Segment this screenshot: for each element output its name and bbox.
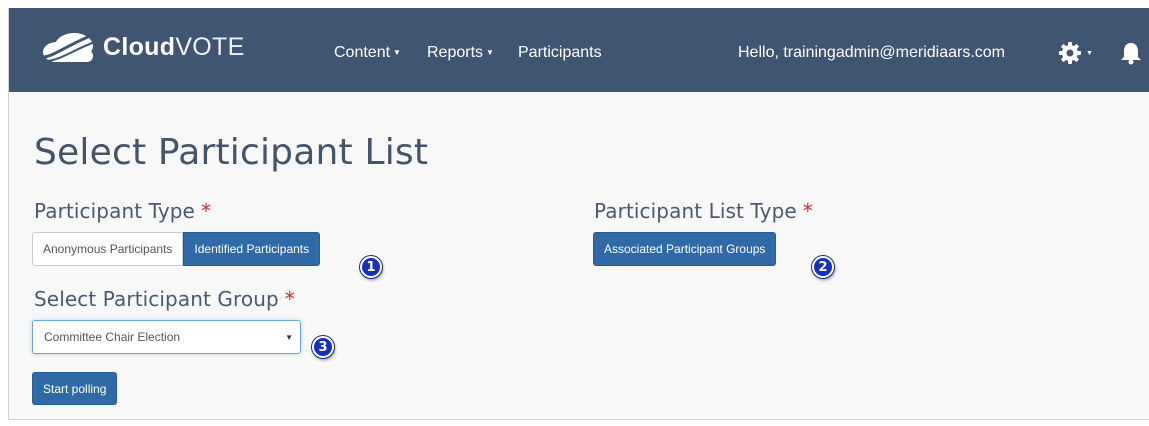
callout-badge-1: 1 (360, 256, 382, 278)
nav-participants-link[interactable]: Participants (518, 44, 602, 62)
chevron-down-icon: ▼ (1086, 49, 1093, 57)
required-marker: * (284, 287, 295, 311)
participant-type-label-text: Participant Type (34, 199, 195, 223)
user-greeting[interactable]: Hello, trainingadmin@meridiaars.com (738, 44, 1005, 62)
brand-logo[interactable]: CloudVOTE (39, 27, 245, 67)
participant-list-type-label: Participant List Type * (594, 199, 813, 223)
notifications-button[interactable] (1120, 41, 1142, 70)
cloud-logo-icon (42, 33, 96, 62)
brand-name: CloudVOTE (103, 32, 245, 61)
app-window: CloudVOTE Content ▼ Reports ▼ Participants… (8, 8, 1149, 420)
participant-group-label: Select Participant Group * (34, 287, 295, 311)
nav-content-menu[interactable]: Content ▼ (334, 44, 401, 62)
anonymous-participants-button[interactable]: Anonymous Participants (32, 232, 184, 266)
page-title: Select Participant List (34, 132, 429, 173)
top-navbar: CloudVOTE Content ▼ Reports ▼ Participants… (9, 8, 1149, 92)
participant-group-select[interactable]: Committee Chair Election ▼ (32, 320, 301, 354)
nav-participants-label: Participants (518, 44, 602, 61)
chevron-down-icon: ▼ (393, 48, 401, 57)
participant-group-label-text: Select Participant Group (34, 287, 279, 311)
settings-menu[interactable]: ▼ (1058, 41, 1093, 65)
callout-badge-2: 2 (812, 256, 834, 278)
associated-participant-groups-button[interactable]: Associated Participant Groups (593, 232, 777, 266)
chevron-down-icon: ▼ (486, 48, 494, 57)
identified-participants-button[interactable]: Identified Participants (183, 232, 321, 266)
brand-name-light: VOTE (175, 32, 245, 61)
participant-type-toggle: Anonymous Participants Identified Partic… (32, 232, 321, 266)
nav-reports-label: Reports (427, 44, 484, 61)
callout-badge-3: 3 (312, 336, 334, 358)
dropdown-arrow-icon: ▼ (285, 333, 293, 342)
participant-type-label: Participant Type * (34, 199, 211, 223)
bell-icon (1121, 43, 1141, 65)
participant-list-type-label-text: Participant List Type (594, 199, 797, 223)
nav-reports-menu[interactable]: Reports ▼ (427, 44, 494, 62)
required-marker: * (802, 199, 813, 223)
brand-name-bold: Cloud (103, 32, 176, 61)
start-polling-button[interactable]: Start polling (32, 372, 118, 405)
participant-group-selected-value: Committee Chair Election (44, 330, 181, 344)
required-marker: * (200, 199, 212, 223)
gear-icon (1059, 42, 1081, 64)
nav-content-label: Content (334, 44, 391, 61)
